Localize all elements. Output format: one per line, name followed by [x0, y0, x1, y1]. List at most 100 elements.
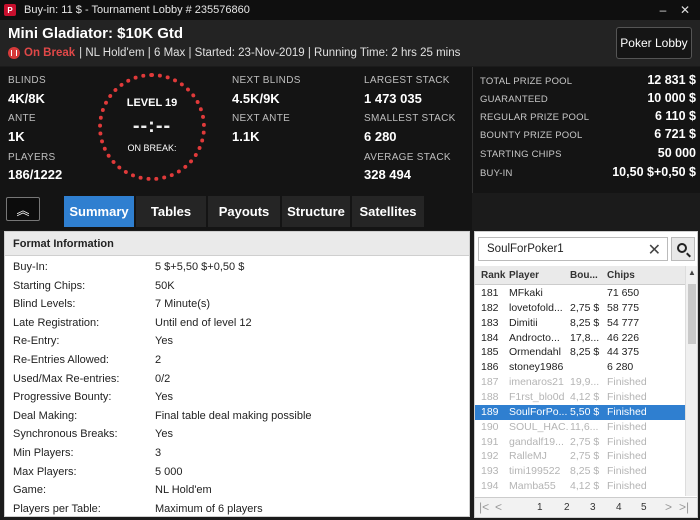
player-rank-cell: 192	[481, 450, 499, 463]
player-row[interactable]: 192 RalleMJ 2,75 $ Finished	[475, 449, 685, 464]
format-row: Progressive Bounty: Yes	[5, 388, 469, 406]
format-row: Min Players: 3	[5, 444, 469, 462]
column-chips[interactable]: Chips	[607, 270, 635, 281]
format-row-value: NL Hold'em	[155, 484, 212, 497]
page-3[interactable]: 3	[590, 502, 596, 513]
player-row[interactable]: 182 lovetofold... 2,75 $ 58 775	[475, 301, 685, 316]
player-player-cell: Androcto...	[509, 331, 560, 344]
format-row-label: Min Players:	[13, 447, 74, 459]
total-prize-pool-label: TOTAL PRIZE POOL	[480, 76, 573, 87]
format-row: Deal Making: Final table deal making poss…	[5, 407, 469, 425]
buy-in-value: 10,50 $+0,50 $	[612, 165, 696, 179]
scroll-thumb[interactable]	[688, 284, 696, 344]
format-row-value: 5 000	[155, 465, 183, 478]
page-5[interactable]: 5	[641, 502, 647, 513]
tab-tables[interactable]: Tables	[136, 196, 206, 227]
column-player[interactable]: Player	[509, 270, 539, 281]
format-row-label: Deal Making:	[13, 409, 78, 422]
player-rank-cell: 185	[481, 346, 499, 359]
column-bounty[interactable]: Bou...	[570, 270, 598, 281]
column-rank[interactable]: Rank	[481, 270, 505, 281]
first-page-icon[interactable]: |<	[479, 500, 489, 514]
scroll-up-icon[interactable]: ▲	[688, 268, 696, 277]
tab-payouts[interactable]: Payouts	[208, 196, 280, 227]
player-player-cell: RalleMJ	[509, 450, 547, 463]
player-row[interactable]: 187 imenaros21 19,9... Finished	[475, 375, 685, 390]
player-row[interactable]: 186 stoney1986 6 280	[475, 360, 685, 375]
player-bounty-cell: 5,50 $	[570, 405, 600, 418]
largest-stack-label: LARGEST STACK	[364, 75, 450, 86]
page-1[interactable]: 1	[537, 502, 543, 513]
player-player-cell: Dimitii	[509, 316, 538, 329]
player-bounty-cell: 4,12 $	[570, 480, 600, 493]
player-row[interactable]: 183 Dimitii 8,25 $ 54 777	[475, 316, 685, 331]
tab-summary[interactable]: Summary	[64, 196, 134, 227]
format-row-label: Buy-In:	[13, 261, 48, 273]
format-row-value: 0/2	[155, 372, 171, 385]
minimize-button[interactable]: –	[652, 0, 674, 20]
player-row[interactable]: 185 Ormendahl 8,25 $ 44 375	[475, 345, 685, 360]
clock-time: --:--	[132, 115, 172, 137]
window-titlebar: P Buy-in: 11 $ - Tournament Lobby # 2355…	[0, 0, 700, 20]
format-row-value: Final table deal making possible	[155, 409, 312, 422]
player-player-cell: SoulForPo...	[509, 405, 568, 418]
prize-pool-panel: TOTAL PRIZE POOL 12 831 $ GUARANTEED 10 …	[472, 67, 700, 193]
poker-lobby-button[interactable]: Poker Lobby	[616, 27, 692, 59]
bounty-prize-pool-value: 6 721 $	[654, 127, 696, 141]
tab-satellites[interactable]: Satellites	[352, 196, 424, 227]
player-rank-cell: 182	[481, 301, 499, 314]
player-row[interactable]: 181 MFkaki 71 650	[475, 286, 685, 301]
format-row-label: Re-Entries Allowed:	[13, 354, 109, 366]
pokerstars-logo-icon: P	[4, 4, 16, 16]
page-4[interactable]: 4	[616, 502, 622, 513]
format-row: Used/Max Re-entries: 0/2	[5, 370, 469, 388]
player-player-cell: SOUL_HAC...	[509, 420, 569, 433]
player-row[interactable]: 184 Androcto... 17,8... 46 226	[475, 331, 685, 346]
prev-page-icon[interactable]: <	[495, 500, 502, 514]
tournament-header: Mini Gladiator: $10K Gtd On Break | NL H…	[0, 20, 700, 66]
break-status: On Break	[24, 47, 76, 59]
player-bounty-cell: 2,75 $	[570, 450, 600, 463]
player-bounty-cell: 2,75 $	[570, 301, 600, 314]
format-row: Re-Entries Allowed: 2	[5, 351, 469, 369]
format-row-value: 5 $+5,50 $+0,50 $	[155, 261, 245, 273]
format-row-label: Progressive Bounty:	[13, 391, 112, 404]
players-scrollbar[interactable]: ▲	[685, 266, 697, 496]
ante-label: ANTE	[8, 113, 36, 124]
page-2[interactable]: 2	[564, 502, 570, 513]
player-row[interactable]: 194 Mamba55 4,12 $ Finished	[475, 479, 685, 494]
prize-row: STARTING CHIPS 50 000	[480, 146, 696, 160]
format-row-label: Blind Levels:	[13, 298, 76, 311]
player-player-cell: lovetofold...	[509, 301, 563, 314]
format-row-label: Used/Max Re-entries:	[13, 372, 120, 385]
format-row-value: Maximum of 6 players	[155, 502, 263, 515]
collapse-chevron-up-icon[interactable]: ︽	[6, 197, 40, 221]
last-page-icon[interactable]: >|	[679, 500, 689, 514]
player-bounty-cell: 8,25 $	[570, 316, 600, 329]
player-row[interactable]: 191 gandalf19... 2,75 $ Finished	[475, 435, 685, 450]
search-button[interactable]	[671, 237, 695, 261]
tab-structure[interactable]: Structure	[282, 196, 350, 227]
regular-prize-pool-label: REGULAR PRIZE POOL	[480, 112, 590, 123]
average-stack-label: AVERAGE STACK	[364, 152, 451, 163]
player-bounty-cell: 19,9...	[570, 376, 600, 389]
player-row[interactable]: 189 SoulForPo... 5,50 $ Finished	[475, 404, 685, 420]
player-row[interactable]: 188 F1rst_blo0d 4,12 $ Finished	[475, 390, 685, 405]
smallest-stack-value: 6 280	[364, 129, 397, 144]
bounty-prize-pool-label: BOUNTY PRIZE POOL	[480, 130, 583, 141]
player-search-input[interactable]: SoulForPoker1 ✕	[478, 237, 668, 261]
clear-search-icon[interactable]: ✕	[648, 240, 661, 260]
player-row[interactable]: 193 timi199522 8,25 $ Finished	[475, 464, 685, 479]
next-blinds-label: NEXT BLINDS	[232, 75, 301, 86]
player-row[interactable]: 190 SOUL_HAC... 11,6... Finished	[475, 420, 685, 435]
format-row-value: Yes	[155, 335, 173, 348]
players-table-header: Rank Player Bou... Chips	[475, 266, 697, 285]
next-page-icon[interactable]: >	[665, 500, 672, 514]
format-row-value: 2	[155, 354, 162, 366]
close-button[interactable]: ✕	[674, 0, 696, 20]
player-rank-cell: 191	[481, 435, 499, 448]
format-row-value: Until end of level 12	[155, 316, 252, 329]
prize-row: GUARANTEED 10 000 $	[480, 91, 696, 105]
starting-chips-value: 50 000	[657, 146, 696, 160]
players-panel: SoulForPoker1 ✕ Rank Player Bou... Chips…	[474, 231, 698, 518]
